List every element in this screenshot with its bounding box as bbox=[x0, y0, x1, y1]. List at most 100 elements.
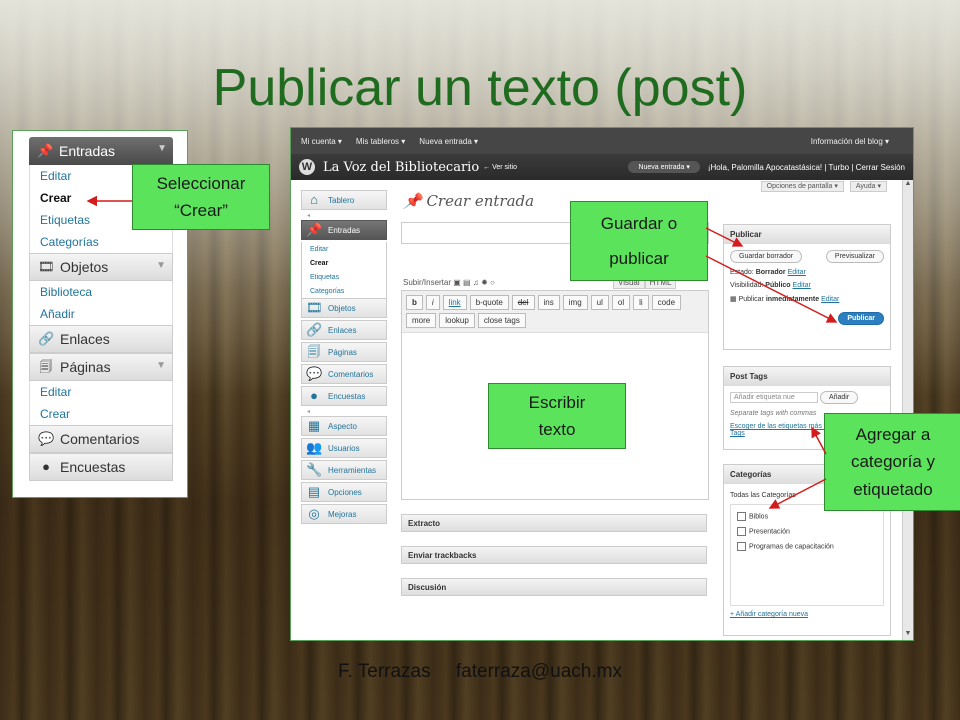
qt-bquote[interactable]: b-quote bbox=[469, 295, 509, 310]
tags-box-heading: Post Tags bbox=[724, 367, 890, 386]
menu-separator: ◂ bbox=[307, 409, 311, 415]
callout-seleccionar-line1: Seleccionar bbox=[156, 173, 246, 193]
wp-menu-item-categorias[interactable]: Categorías bbox=[301, 284, 387, 298]
wp-menu-herramientas[interactable]: 🔧 Herramientas bbox=[301, 460, 387, 480]
image-icon[interactable]: ▣ bbox=[453, 278, 463, 287]
wp-menu-objetos-label: Objetos bbox=[328, 303, 356, 313]
edit-schedule-link[interactable]: Editar bbox=[821, 296, 839, 303]
wordpress-logo-icon[interactable]: W bbox=[299, 159, 315, 175]
admin-mi-cuenta[interactable]: Mi cuenta ▾ bbox=[301, 137, 342, 146]
wp-menu-tablero-label: Tablero bbox=[328, 195, 355, 205]
user-greeting[interactable]: ¡Hola, Palomilla Apocatastásica! | Turbo… bbox=[708, 163, 905, 172]
callout-escribir: Escribir texto bbox=[488, 383, 626, 449]
wp-menu-tablero[interactable]: ⌂ Tablero bbox=[301, 190, 387, 210]
wp-menu-paginas[interactable]: 🗐 Páginas bbox=[301, 342, 387, 362]
wp-menu-mejoras[interactable]: ◎ Mejoras bbox=[301, 504, 387, 524]
checkbox[interactable] bbox=[737, 512, 746, 521]
preview-button[interactable]: Previsualizar bbox=[825, 250, 884, 263]
wp-menu-encuestas[interactable]: ● Encuestas bbox=[301, 386, 387, 406]
wp-menu-entradas[interactable]: 📌 Entradas bbox=[301, 220, 387, 240]
media-icon[interactable]: ✹ bbox=[481, 278, 490, 287]
category-label: Biblos bbox=[749, 513, 769, 521]
qt-close-tags[interactable]: close tags bbox=[477, 313, 526, 328]
qt-ol[interactable]: ol bbox=[611, 295, 631, 310]
calendar-icon: ▦ bbox=[730, 296, 739, 303]
qt-code[interactable]: code bbox=[651, 295, 682, 310]
category-item[interactable]: Programas de capacitación bbox=[731, 539, 883, 554]
wp-menu-comentarios-label: Comentarios bbox=[328, 369, 374, 379]
category-item[interactable]: Biblos bbox=[731, 509, 883, 524]
menu-item-categorias[interactable]: Categorías bbox=[29, 231, 173, 253]
menu-item-paginas-editar[interactable]: Editar bbox=[29, 381, 173, 403]
add-tag-button[interactable]: Añadir bbox=[819, 391, 859, 404]
scroll-down-icon[interactable]: ▼ bbox=[904, 630, 912, 640]
qt-more[interactable]: more bbox=[406, 313, 437, 328]
qt-italic[interactable]: i bbox=[425, 295, 440, 310]
category-item[interactable]: Presentación bbox=[731, 524, 883, 539]
nueva-entrada-dropdown[interactable]: Nueva entrada ▾ bbox=[628, 161, 700, 173]
menu-comentarios-label: Comentarios bbox=[60, 431, 140, 447]
media-icon: 🎞 bbox=[38, 259, 55, 274]
wp-menu-aspecto[interactable]: ▦ Aspecto bbox=[301, 416, 387, 436]
menu-entradas-label: Entradas bbox=[59, 143, 116, 159]
audio-icon[interactable]: ♫ bbox=[473, 278, 481, 287]
menu-item-biblioteca[interactable]: Biblioteca bbox=[29, 281, 173, 303]
menu-enlaces-header[interactable]: 🔗 Enlaces bbox=[29, 325, 173, 353]
qt-bold[interactable]: b bbox=[406, 295, 423, 310]
postbox-trackbacks[interactable]: Enviar trackbacks bbox=[401, 546, 707, 564]
menu-comentarios-header[interactable]: 💬 Comentarios bbox=[29, 425, 173, 453]
qt-link[interactable]: link bbox=[442, 295, 467, 310]
screen-options-button[interactable]: Opciones de pantalla ▾ bbox=[760, 181, 844, 192]
wp-menu-item-editar[interactable]: Editar bbox=[301, 242, 387, 256]
wp-menu-objetos[interactable]: 🎞 Objetos bbox=[301, 298, 387, 318]
category-label: Presentación bbox=[749, 528, 790, 536]
menu-encuestas-header[interactable]: ● Encuestas bbox=[29, 453, 173, 481]
postbox-discusion[interactable]: Discusión bbox=[401, 578, 707, 596]
qt-ins[interactable]: ins bbox=[537, 295, 560, 310]
menu-entradas-header[interactable]: 📌 Entradas ▼ bbox=[29, 137, 173, 165]
menu-item-anadir[interactable]: Añadir bbox=[29, 303, 173, 325]
publish-box: Publicar Guardar borrador Previsualizar … bbox=[723, 224, 891, 350]
callout-escribir-line1: Escribir bbox=[528, 392, 586, 412]
add-category-link[interactable]: + Añadir categoría nueva bbox=[724, 608, 890, 621]
scrollbar[interactable]: ▲ ▼ bbox=[902, 180, 913, 640]
menu-objetos-label: Objetos bbox=[60, 259, 109, 275]
qt-ul[interactable]: ul bbox=[590, 295, 609, 310]
video-icon[interactable]: ▤ bbox=[463, 278, 473, 287]
save-draft-button[interactable]: Guardar borrador bbox=[730, 250, 803, 263]
ver-sitio-link[interactable]: ← Ver sitio bbox=[483, 164, 517, 171]
edit-visibility-link[interactable]: Editar bbox=[793, 282, 811, 289]
admin-nueva-entrada[interactable]: Nueva entrada ▾ bbox=[419, 137, 478, 146]
edit-status-link[interactable]: Editar bbox=[788, 269, 806, 276]
wp-menu-enlaces[interactable]: 🔗 Enlaces bbox=[301, 320, 387, 340]
postbox-extracto[interactable]: Extracto bbox=[401, 514, 707, 532]
checkbox[interactable] bbox=[737, 542, 746, 551]
chevron-down-icon[interactable]: ▼ bbox=[157, 143, 167, 154]
qt-lookup[interactable]: lookup bbox=[439, 313, 475, 328]
menu-item-paginas-crear[interactable]: Crear bbox=[29, 403, 173, 425]
qt-li[interactable]: li bbox=[633, 295, 649, 310]
wp-menu-usuarios[interactable]: 👥 Usuarios bbox=[301, 438, 387, 458]
wp-menu-item-etiquetas[interactable]: Etiquetas bbox=[301, 270, 387, 284]
menu-objetos-header[interactable]: 🎞 Objetos ▼ bbox=[29, 253, 173, 281]
menu-paginas-header[interactable]: 🗐 Páginas ▼ bbox=[29, 353, 173, 381]
chevron-down-icon[interactable]: ▼ bbox=[156, 360, 166, 371]
wp-menu-item-crear[interactable]: Crear bbox=[301, 256, 387, 270]
scroll-up-icon[interactable]: ▲ bbox=[904, 180, 912, 190]
tag-input[interactable]: Añadir etiqueta nue bbox=[730, 392, 818, 403]
checkbox[interactable] bbox=[737, 527, 746, 536]
qt-del[interactable]: del bbox=[511, 295, 535, 310]
help-button[interactable]: Ayuda ▾ bbox=[849, 181, 887, 192]
status-value: Borrador bbox=[755, 269, 786, 276]
wp-menu-mejoras-label: Mejoras bbox=[328, 509, 357, 519]
callout-seleccionar: Seleccionar “Crear” bbox=[132, 164, 270, 230]
screen-options-bar: Opciones de pantalla ▾ Ayuda ▾ bbox=[757, 181, 887, 192]
wp-menu-opciones[interactable]: ▤ Opciones bbox=[301, 482, 387, 502]
chevron-down-icon[interactable]: ▼ bbox=[156, 260, 166, 271]
wp-menu-comentarios[interactable]: 💬 Comentarios bbox=[301, 364, 387, 384]
admin-mis-tableros[interactable]: Mis tableros ▾ bbox=[356, 137, 405, 146]
poll-icon[interactable]: ○ bbox=[490, 278, 495, 287]
qt-img[interactable]: img bbox=[562, 295, 588, 310]
admin-info-blog[interactable]: Información del blog ▾ bbox=[811, 137, 889, 146]
publish-button[interactable]: Publicar bbox=[838, 312, 884, 325]
